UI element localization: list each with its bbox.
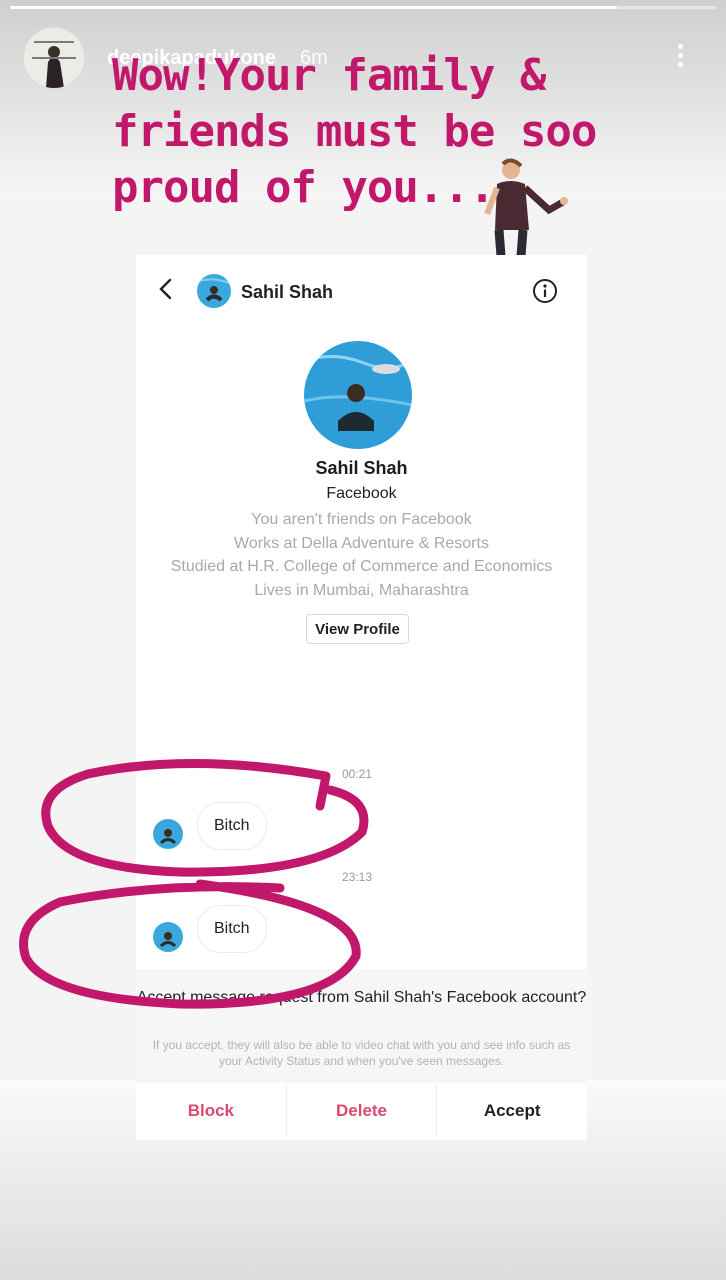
profile-detail-work: Works at Della Adventure & Resorts [234, 535, 489, 552]
person-sticker [483, 158, 569, 263]
request-actions: Block Delete Accept [136, 1085, 588, 1137]
header-avatar[interactable] [197, 274, 231, 308]
story-avatar-logo [24, 28, 84, 88]
accept-button[interactable]: Accept [436, 1085, 588, 1137]
message-bubble[interactable]: Bitch [197, 905, 267, 953]
block-button[interactable]: Block [136, 1085, 286, 1137]
request-title: Accept message request from Sahil Shah's… [136, 989, 587, 1006]
message-request-box: Accept message request from Sahil Shah's… [136, 969, 587, 1083]
delete-button[interactable]: Delete [285, 1085, 437, 1137]
profile-photo[interactable] [304, 341, 412, 449]
story-progress-bar [10, 6, 716, 9]
request-subtitle: If you accept, they will also be able to… [152, 1038, 571, 1068]
info-icon[interactable] [532, 278, 558, 304]
back-chevron-icon[interactable] [154, 277, 178, 301]
chat-panel: Sahil Shah Sahil Shah Facebook You aren'… [136, 255, 588, 1140]
message-timestamp: 00:21 [342, 767, 373, 781]
story-caption: Wow!Your family & friends must be soo pr… [112, 50, 597, 213]
more-icon[interactable] [672, 40, 688, 72]
profile-platform: Facebook [326, 485, 397, 502]
view-profile-button[interactable]: View Profile [306, 614, 409, 644]
message-avatar [153, 819, 183, 849]
profile-detail-location: Lives in Mumbai, Maharashtra [254, 582, 469, 599]
profile-detail-friendship: You aren't friends on Facebook [251, 511, 472, 528]
profile-name: Sahil Shah [315, 458, 408, 478]
message-bubble[interactable]: Bitch [197, 802, 267, 850]
story-progress-fill [10, 6, 618, 9]
story-avatar[interactable] [23, 27, 85, 89]
message-timestamp: 23:13 [342, 870, 373, 884]
chat-header: Sahil Shah [136, 255, 587, 325]
message-avatar [153, 922, 183, 952]
header-contact-name[interactable]: Sahil Shah [241, 282, 333, 303]
profile-detail-education: Studied at H.R. College of Commerce and … [170, 558, 553, 575]
